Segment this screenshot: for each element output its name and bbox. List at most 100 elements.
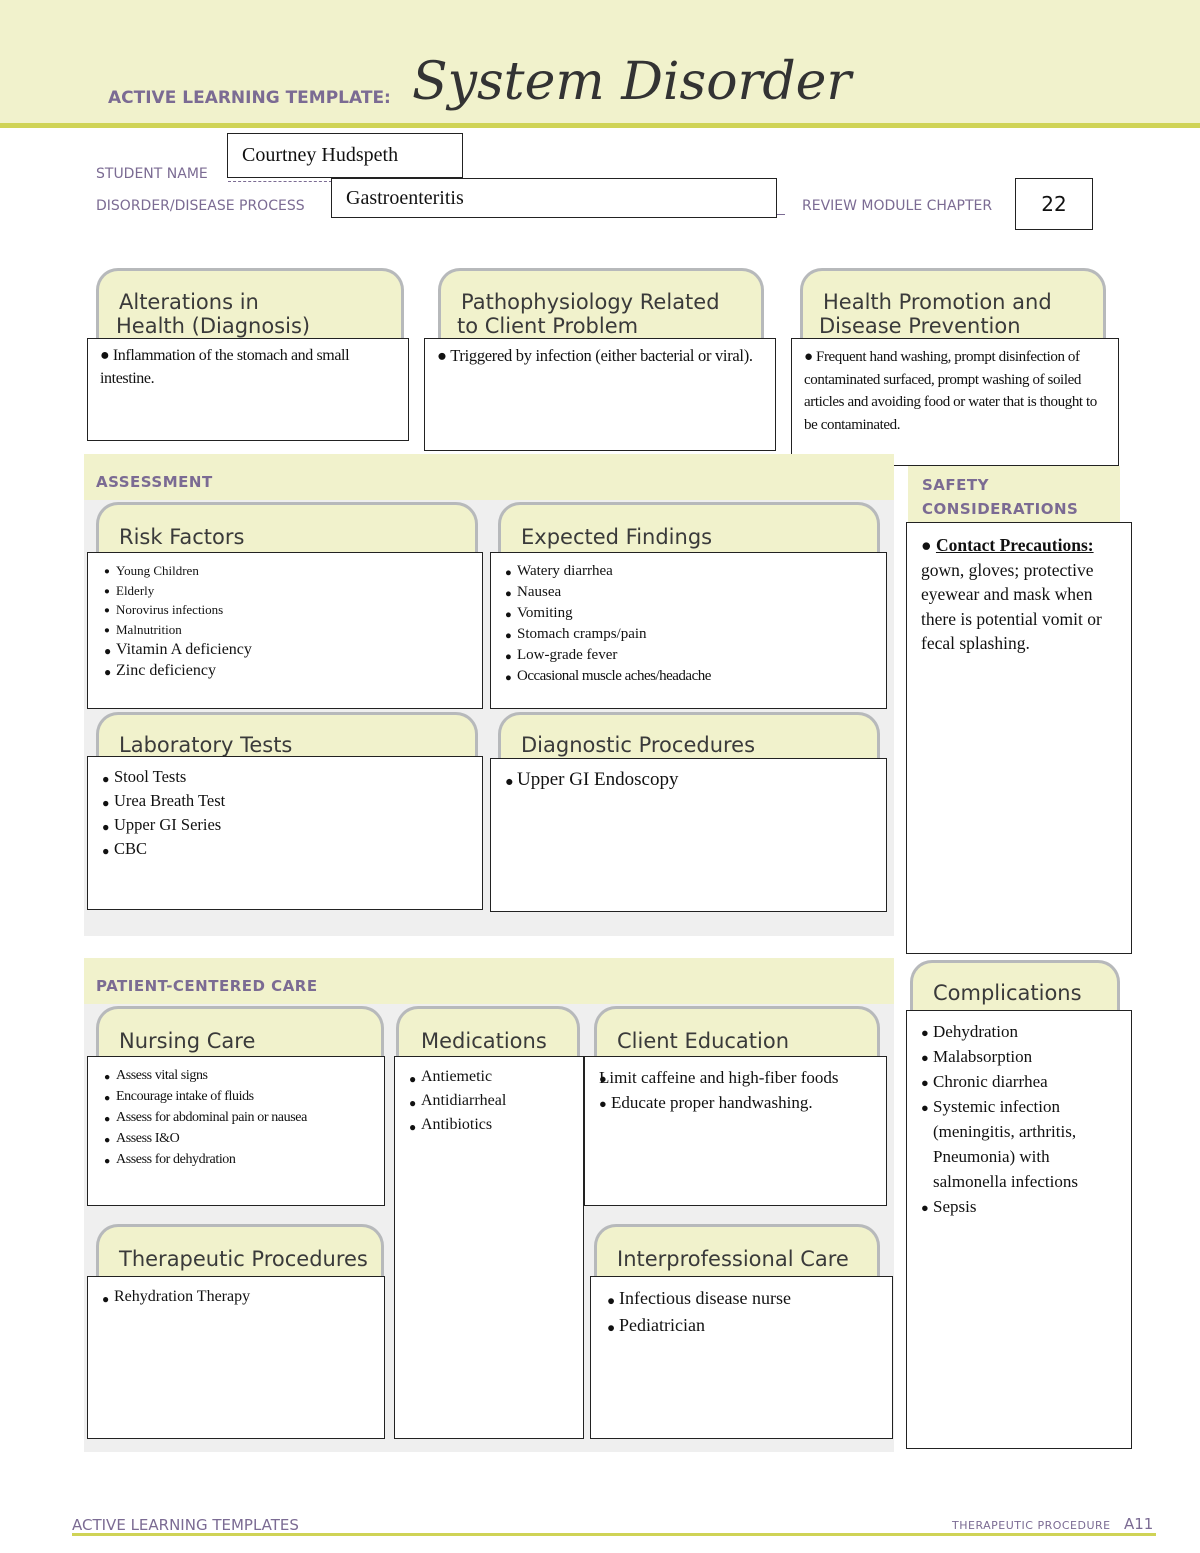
safety-heading: Contact Precautions:: [935, 535, 1094, 555]
health-promotion-title-line1: Health Promotion and: [823, 290, 1052, 314]
list-item: Low-grade fever: [505, 645, 872, 668]
alterations-title-line2: Health (Diagnosis): [116, 314, 311, 338]
list-item: Malnutrition: [104, 620, 466, 640]
nursing-care-box[interactable]: Assess vital signs Encourage intake of f…: [87, 1056, 385, 1206]
alterations-tab: Alterations in Health (Diagnosis): [96, 268, 404, 342]
pathophysiology-text: Triggered by infection (either bacterial…: [450, 346, 753, 365]
complications-title: Complications: [933, 981, 1082, 1005]
safety-title-line1: SAFETY: [922, 476, 989, 494]
student-name-underline: [228, 181, 332, 182]
laboratory-tests-box[interactable]: Stool Tests Urea Breath Test Upper GI Se…: [87, 756, 483, 910]
diagnostic-procedures-box[interactable]: Upper GI Endoscopy: [490, 758, 887, 912]
client-education-list: Limit caffeine and high-fiber foods Educ…: [599, 1065, 872, 1117]
interprofessional-care-tab: Interprofessional Care: [594, 1224, 880, 1280]
pathophysiology-tab: Pathophysiology Related to Client Proble…: [438, 268, 764, 342]
nursing-care-title: Nursing Care: [119, 1029, 256, 1053]
page-number: A11: [1124, 1515, 1154, 1533]
expected-findings-list: Watery diarrhea Nausea Vomiting Stomach …: [505, 561, 872, 689]
safety-title-line2: CONSIDERATIONS: [922, 500, 1079, 518]
expected-findings-tab: Expected Findings: [498, 502, 880, 556]
safety-section-title: SAFETY CONSIDERATIONS: [922, 473, 1078, 521]
interprofessional-care-title: Interprofessional Care: [617, 1247, 849, 1271]
health-promotion-title-line2: Disease Prevention: [819, 314, 1021, 338]
list-item: Chronic diarrhea: [921, 1069, 1117, 1096]
laboratory-tests-list: Stool Tests Urea Breath Test Upper GI Se…: [102, 765, 468, 863]
disorder-label: DISORDER/DISEASE PROCESS: [96, 198, 305, 214]
laboratory-tests-title: Laboratory Tests: [119, 733, 293, 757]
list-item: Assess for abdominal pain or nausea: [104, 1107, 368, 1130]
complications-tab: Complications: [910, 960, 1120, 1016]
pathophysiology-box[interactable]: ● Triggered by infection (either bacteri…: [424, 338, 776, 451]
diagnostic-procedures-tab: Diagnostic Procedures: [498, 712, 880, 762]
list-item: Norovirus infections: [104, 600, 466, 620]
list-item: Elderly: [104, 581, 466, 601]
pathophysiology-title-line2: to Client Problem: [457, 314, 639, 338]
safety-text: gown, gloves; protective eyewear and mas…: [921, 559, 1102, 654]
medications-title: Medications: [421, 1029, 547, 1053]
footer-rule: [72, 1533, 1156, 1536]
therapeutic-procedures-box[interactable]: Rehydration Therapy: [87, 1276, 385, 1439]
safety-box[interactable]: ● Contact Precautions: gown, gloves; pro…: [906, 522, 1132, 954]
therapeutic-procedures-tab: Therapeutic Procedures: [96, 1224, 384, 1280]
list-item: Stomach cramps/pain: [505, 624, 872, 647]
list-item: Assess vital signs: [104, 1065, 368, 1088]
list-item: Assess for dehydration: [104, 1149, 368, 1172]
list-item: Assess I&O: [104, 1128, 368, 1151]
diagnostic-procedures-title: Diagnostic Procedures: [521, 733, 756, 757]
list-item: Antibiotics: [409, 1113, 569, 1139]
list-item: Stool Tests: [102, 765, 468, 791]
list-item: Pediatrician: [607, 1312, 876, 1341]
expected-findings-title: Expected Findings: [521, 525, 713, 549]
expected-findings-box[interactable]: Watery diarrhea Nausea Vomiting Stomach …: [490, 552, 887, 709]
list-item: Encourage intake of fluids: [104, 1086, 368, 1109]
list-item: Upper GI Endoscopy: [505, 767, 872, 795]
complications-list: Dehydration Malabsorption Chronic diarrh…: [921, 1019, 1117, 1221]
list-item: Watery diarrhea: [505, 561, 872, 584]
student-name-field[interactable]: Courtney Hudspeth: [227, 133, 463, 178]
list-item: Young Children: [104, 561, 466, 581]
list-item: Sepsis: [921, 1194, 1117, 1221]
complications-box[interactable]: Dehydration Malabsorption Chronic diarrh…: [906, 1010, 1132, 1449]
disorder-field[interactable]: Gastroenteritis: [331, 178, 777, 218]
list-item: Occasional muscle aches/headache: [505, 666, 872, 689]
template-label: ACTIVE LEARNING TEMPLATE:: [108, 88, 391, 108]
client-education-box[interactable]: Limit caffeine and high-fiber foods Educ…: [584, 1056, 887, 1206]
header-rule: [0, 123, 1200, 128]
list-item: Antiemetic: [409, 1065, 569, 1091]
diagnostic-procedures-list: Upper GI Endoscopy: [505, 767, 872, 795]
list-item: Rehydration Therapy: [102, 1285, 370, 1311]
list-item: Infectious disease nurse: [607, 1285, 876, 1314]
client-education-tab: Client Education: [594, 1006, 880, 1060]
list-item: Zinc deficiency: [104, 660, 466, 683]
list-item: Limit caffeine and high-fiber foods: [599, 1065, 872, 1092]
list-item: Upper GI Series: [102, 813, 468, 839]
health-promotion-text: Frequent hand washing, prompt disinfecti…: [804, 349, 1097, 433]
nursing-care-tab: Nursing Care: [96, 1006, 384, 1060]
list-item: Malabsorption: [921, 1044, 1117, 1071]
list-item: Dehydration: [921, 1019, 1117, 1046]
interprofessional-care-box[interactable]: Infectious disease nurse Pediatrician: [590, 1276, 893, 1439]
list-item: Educate proper handwashing.: [599, 1090, 872, 1117]
client-education-title: Client Education: [617, 1029, 790, 1053]
pathophysiology-title-line1: Pathophysiology Related: [461, 290, 720, 314]
risk-factors-box[interactable]: Young Children Elderly Norovirus infecti…: [87, 552, 483, 709]
template-title: System Disorder: [412, 52, 852, 112]
medications-box[interactable]: Antiemetic Antidiarrheal Antibiotics: [394, 1056, 584, 1439]
assessment-section-title: ASSESSMENT: [96, 473, 213, 491]
list-item: Antidiarrheal: [409, 1089, 569, 1115]
footer-left: ACTIVE LEARNING TEMPLATES: [72, 1516, 299, 1534]
list-item: Urea Breath Test: [102, 789, 468, 815]
alterations-title-line1: Alterations in: [119, 290, 259, 314]
list-item: Vitamin A deficiency: [104, 639, 466, 662]
list-item: Systemic infection (meningitis, arthriti…: [921, 1094, 1117, 1194]
risk-factors-tab: Risk Factors: [96, 502, 478, 556]
alterations-box[interactable]: ● Inflammation of the stomach and small …: [87, 338, 409, 441]
patient-care-section-title: PATIENT-CENTERED CARE: [96, 977, 318, 995]
interprofessional-care-list: Infectious disease nurse Pediatrician: [607, 1285, 876, 1341]
chapter-field[interactable]: 22: [1015, 178, 1093, 230]
risk-factors-title: Risk Factors: [119, 525, 245, 549]
footer-right: THERAPEUTIC PROCEDURE: [952, 1519, 1111, 1532]
alterations-text: Inflammation of the stomach and small in…: [100, 347, 350, 387]
list-item: Nausea: [505, 582, 872, 605]
health-promotion-box[interactable]: ● Frequent hand washing, prompt disinfec…: [791, 338, 1119, 466]
